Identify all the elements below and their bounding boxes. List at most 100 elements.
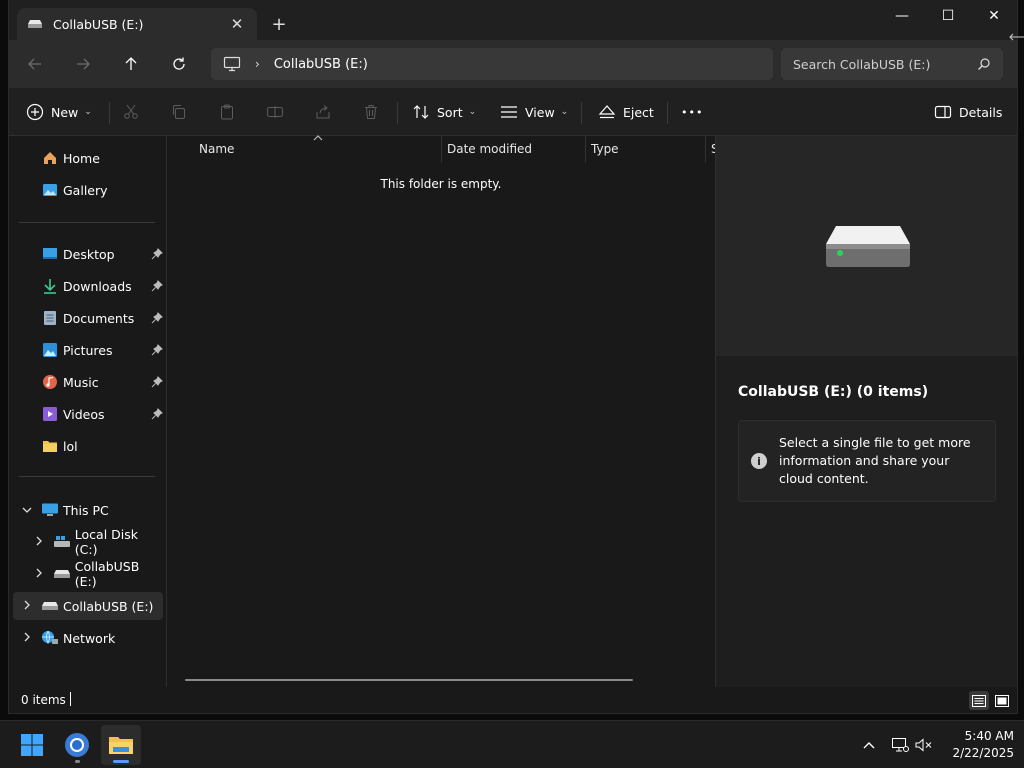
pc-icon (41, 501, 59, 519)
navigation-bar: › CollabUSB (E:) (9, 40, 1017, 88)
sort-label: Sort (437, 104, 463, 120)
details-pane-button[interactable]: Details (933, 96, 1002, 128)
tray-overflow-button[interactable] (859, 735, 879, 755)
sidebar-item-label: Local Disk (C:) (74, 527, 139, 557)
back-button[interactable] (21, 50, 49, 78)
arrow-up-icon (125, 57, 137, 70)
sidebar-item-collabusb-e-selected[interactable]: CollabUSB (E:) (13, 592, 163, 620)
rename-button[interactable] (265, 96, 285, 128)
pin-icon[interactable] (151, 312, 163, 324)
sidebar-item-collabusb-e[interactable]: CollabUSB (E:) (13, 559, 163, 589)
chevron-down-icon[interactable] (21, 504, 33, 517)
sort-ascending-icon (313, 135, 323, 141)
toolbar-divider (397, 102, 398, 124)
details-preview (716, 136, 1017, 356)
sidebar-item-network[interactable]: Network (13, 624, 163, 652)
usb-drive-icon (27, 16, 43, 32)
sidebar-item-label: Home (63, 150, 100, 166)
sidebar-item-label: CollabUSB (E:) (63, 598, 154, 614)
sidebar-item-label: Music (63, 374, 99, 390)
share-button[interactable] (313, 96, 333, 128)
minimize-button[interactable]: — (879, 0, 925, 32)
address-bar[interactable]: › CollabUSB (E:) (211, 48, 773, 80)
sidebar-item-downloads[interactable]: Downloads (13, 272, 163, 300)
paste-button[interactable] (217, 96, 237, 128)
forward-button[interactable] (69, 50, 97, 78)
start-button[interactable] (12, 725, 52, 765)
gallery-icon (41, 181, 59, 199)
sidebar-item-label: lol (63, 438, 78, 454)
view-button[interactable]: View ⌄ (499, 96, 568, 128)
file-explorer-window: CollabUSB (E:) ✕ + — ☐ ✕ › CollabUSB (E:… (8, 0, 1018, 714)
sidebar-item-videos[interactable]: Videos (13, 400, 163, 428)
taskbar-file-explorer[interactable] (101, 725, 141, 765)
file-list[interactable]: Name Date modified Type S This folder is… (167, 135, 715, 687)
search-box[interactable] (781, 48, 1003, 80)
maximize-button[interactable]: ☐ (925, 0, 971, 32)
sort-button[interactable]: Sort ⌄ (411, 96, 476, 128)
active-indicator (113, 760, 129, 763)
breadcrumb-current[interactable]: CollabUSB (E:) (274, 57, 368, 72)
status-separator (70, 692, 71, 706)
pin-icon[interactable] (151, 280, 163, 292)
sidebar-item-label: Gallery (63, 182, 108, 198)
pin-icon[interactable] (151, 408, 163, 420)
sidebar-item-local-disk-c[interactable]: Local Disk (C:) (13, 527, 163, 557)
volume-button[interactable] (914, 735, 934, 755)
refresh-button[interactable] (165, 50, 193, 78)
item-count: 0 items (21, 693, 66, 707)
tab-label: CollabUSB (E:) (53, 16, 144, 32)
chevron-right-icon[interactable] (21, 600, 33, 613)
sidebar-item-label: Network (63, 630, 116, 646)
new-button[interactable]: New ⌄ (25, 96, 92, 128)
home-icon (41, 149, 59, 167)
view-list-icon (499, 102, 519, 122)
new-tab-button[interactable]: + (267, 12, 291, 36)
sidebar-item-music[interactable]: Music (13, 368, 163, 396)
up-button[interactable] (117, 50, 145, 78)
cut-button[interactable] (121, 96, 141, 128)
chevron-down-icon: ⌄ (84, 107, 92, 117)
sidebar-item-label: Desktop (63, 246, 115, 262)
column-header-size[interactable]: S (703, 136, 715, 162)
copy-button[interactable] (169, 96, 189, 128)
network-status-button[interactable] (890, 735, 910, 755)
breadcrumb-separator[interactable]: › (255, 57, 260, 71)
clock[interactable]: 5:40 AM 2/22/2025 (942, 728, 1014, 762)
column-header-date-modified[interactable]: Date modified (439, 136, 583, 162)
details-title: CollabUSB (E:) (0 items) (738, 384, 929, 400)
sidebar-item-this-pc[interactable]: This PC (13, 496, 163, 524)
chevron-right-icon[interactable] (21, 632, 33, 645)
column-header-type[interactable]: Type (583, 136, 703, 162)
tiles-view-icon (995, 694, 1009, 707)
chevron-right-icon[interactable] (33, 536, 45, 549)
tab-collabusb[interactable]: CollabUSB (E:) ✕ (17, 8, 257, 40)
pin-icon[interactable] (151, 248, 163, 260)
sidebar-item-lol[interactable]: lol (13, 432, 163, 460)
sidebar-item-label: CollabUSB (E:) (74, 559, 140, 589)
search-input[interactable] (793, 56, 977, 72)
sidebar-item-home[interactable]: Home (13, 144, 163, 172)
sidebar-item-gallery[interactable]: Gallery (13, 176, 163, 204)
eject-button[interactable]: Eject (597, 96, 654, 128)
toolbar-divider (109, 102, 110, 124)
large-icons-view-button[interactable] (992, 691, 1012, 710)
sidebar-divider (19, 476, 155, 477)
pin-icon[interactable] (151, 376, 163, 388)
details-view-button[interactable] (969, 691, 989, 710)
close-button[interactable]: ✕ (971, 0, 1017, 32)
taskbar-chrome[interactable] (57, 725, 97, 765)
sidebar-item-documents[interactable]: Documents (13, 304, 163, 332)
delete-button[interactable] (361, 96, 381, 128)
more-options-button[interactable]: ••• (681, 96, 703, 128)
chevron-down-icon: ⌄ (468, 107, 477, 117)
tab-close-button[interactable]: ✕ (227, 14, 247, 34)
horizontal-scrollbar[interactable] (185, 679, 633, 681)
chevron-right-icon[interactable] (33, 568, 45, 581)
sidebar-item-desktop[interactable]: Desktop (13, 240, 163, 268)
sidebar-item-pictures[interactable]: Pictures (13, 336, 163, 364)
clock-time: 5:40 AM (964, 729, 1014, 743)
new-label: New (51, 104, 79, 120)
chevron-up-icon (863, 742, 875, 749)
pin-icon[interactable] (151, 344, 163, 356)
